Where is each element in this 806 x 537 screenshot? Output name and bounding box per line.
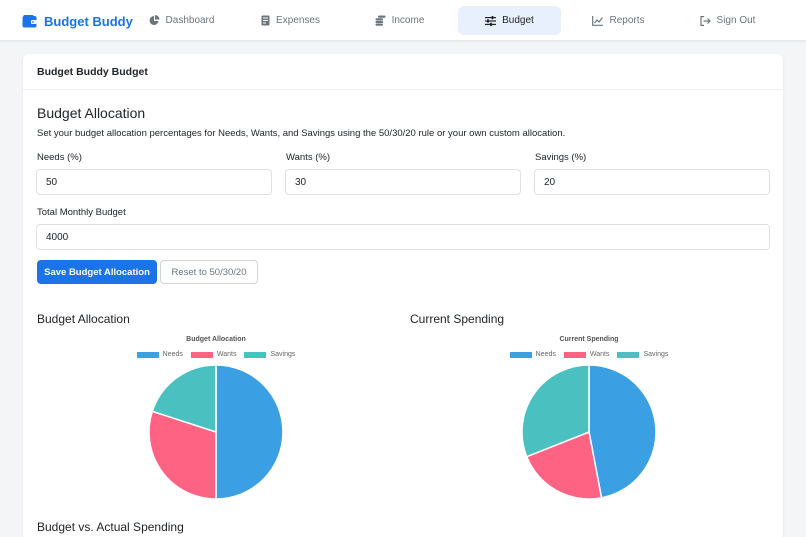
legend-label-wants: Wants: [216, 351, 237, 358]
nav-budget-label: Budget: [502, 15, 534, 26]
wants-input[interactable]: [285, 169, 521, 195]
legend-swatch-savings: [244, 351, 267, 358]
brand-logo[interactable]: Budget Buddy: [22, 11, 133, 31]
allocation-heading: Budget Allocation: [37, 105, 146, 121]
nav-sign-out[interactable]: Sign Out: [676, 6, 779, 35]
legend-swatch-needs: [509, 351, 532, 358]
sign-out-icon: [699, 15, 711, 26]
legend-label-needs: Needs: [535, 351, 556, 358]
nav-reports-label: Reports: [609, 15, 645, 26]
nav-reports[interactable]: Reports: [567, 6, 670, 35]
nav-dashboard[interactable]: Dashboard: [130, 6, 233, 35]
legend-label-wants: Wants: [589, 351, 610, 358]
legend-item-needs: Needs: [509, 351, 556, 358]
legend-item-savings: Savings: [617, 351, 668, 358]
brand-name: Budget Buddy: [44, 13, 133, 29]
nav-income-label: Income: [391, 15, 425, 26]
allocation-description: Set your budget allocation percentages f…: [37, 128, 566, 139]
nav-income[interactable]: Income: [348, 6, 451, 35]
wallet-icon: [22, 14, 37, 27]
pie-slice-needs[interactable]: [215, 364, 284, 500]
savings-input[interactable]: [534, 169, 770, 195]
total-budget-label: Total Monthly Budget: [37, 207, 126, 218]
pie-slice-needs[interactable]: [588, 364, 657, 499]
legend-item-savings: Savings: [244, 351, 295, 358]
allocation-chart-title: Budget Allocation: [186, 336, 246, 343]
line-chart-icon: [592, 15, 604, 26]
nav-dashboard-label: Dashboard: [165, 15, 215, 26]
total-budget-input[interactable]: [36, 224, 770, 250]
pie-chart-icon: [149, 15, 160, 25]
spending-chart-legend: Needs Wants Savings: [410, 351, 768, 358]
legend-item-needs: Needs: [136, 351, 183, 358]
budget-card: Budget Buddy Budget Budget Allocation Se…: [23, 54, 783, 537]
spending-chart: Current Spending Needs Wants Savings: [410, 336, 768, 504]
legend-label-needs: Needs: [162, 351, 183, 358]
nav-expenses[interactable]: Expenses: [239, 6, 342, 35]
savings-label: Savings (%): [535, 152, 587, 163]
nav-budget[interactable]: Budget: [458, 6, 561, 35]
sliders-icon: [485, 15, 497, 26]
legend-swatch-needs: [136, 351, 159, 358]
legend-item-wants: Wants: [563, 351, 610, 358]
legend-label-savings: Savings: [270, 351, 296, 358]
legend-item-wants: Wants: [190, 351, 237, 358]
legend-label-savings: Savings: [643, 351, 669, 358]
allocation-pie-chart: [148, 364, 284, 500]
wants-label: Wants (%): [286, 152, 330, 163]
save-allocation-button[interactable]: Save Budget Allocation: [37, 260, 157, 284]
comparison-heading: Budget vs. Actual Spending: [37, 520, 184, 534]
legend-swatch-wants: [190, 351, 213, 358]
receipt-icon: [261, 15, 270, 26]
spending-chart-heading: Current Spending: [410, 312, 505, 326]
spending-pie-chart: [521, 364, 657, 500]
card-title: Budget Buddy Budget: [37, 66, 148, 78]
top-navbar: Budget Buddy Dashboard Expenses Income B…: [0, 0, 806, 41]
legend-swatch-wants: [563, 351, 586, 358]
needs-input[interactable]: [36, 169, 272, 195]
reset-allocation-button[interactable]: Reset to 50/30/20: [160, 260, 258, 284]
card-header: Budget Buddy Budget: [23, 54, 783, 90]
coins-icon: [375, 15, 386, 26]
legend-swatch-savings: [617, 351, 640, 358]
allocation-chart: Budget Allocation Needs Wants Savings: [37, 336, 395, 504]
allocation-chart-heading: Budget Allocation: [37, 312, 130, 326]
allocation-chart-legend: Needs Wants Savings: [37, 351, 395, 358]
spending-chart-title: Current Spending: [559, 336, 619, 343]
nav-expenses-label: Expenses: [276, 15, 320, 26]
nav-sign-out-label: Sign Out: [716, 15, 756, 26]
needs-label: Needs (%): [37, 152, 82, 163]
